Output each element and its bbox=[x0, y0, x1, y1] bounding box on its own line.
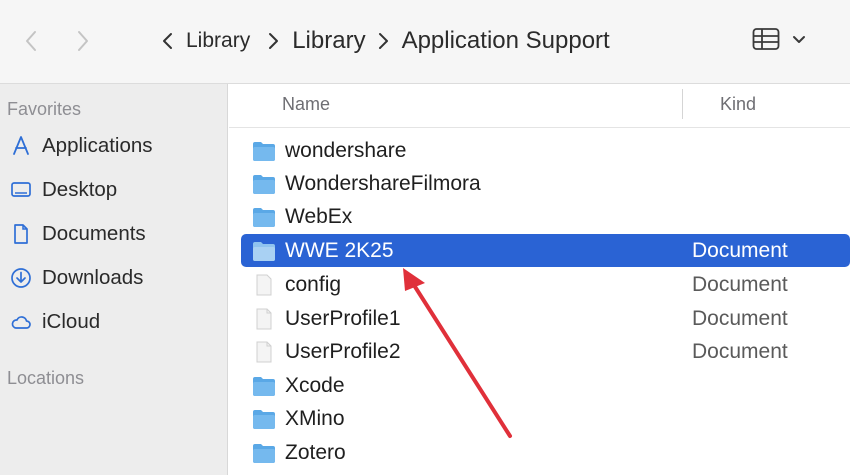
icloud-icon bbox=[8, 309, 34, 335]
breadcrumb-item-library-parent[interactable]: Library bbox=[292, 27, 365, 55]
sidebar-item-label: iCloud bbox=[42, 310, 101, 333]
file-kind: Document bbox=[692, 339, 788, 363]
folder-icon bbox=[251, 441, 277, 465]
file-icon bbox=[251, 307, 277, 331]
list-item[interactable]: UserProfile2 Document bbox=[241, 335, 850, 368]
chevron-left-icon[interactable] bbox=[162, 30, 176, 52]
column-header: Name Kind bbox=[229, 84, 850, 128]
file-name: WondershareFilmora bbox=[285, 171, 481, 195]
folder-icon bbox=[251, 374, 277, 398]
file-name: Zotero bbox=[285, 440, 346, 464]
column-header-name[interactable]: Name bbox=[282, 94, 330, 115]
chevron-down-icon bbox=[792, 32, 806, 50]
list-item[interactable]: WondershareFilmora bbox=[241, 167, 850, 200]
list-item[interactable]: Zotero bbox=[241, 436, 850, 469]
page-title: Application Support bbox=[401, 27, 610, 54]
column-header-kind[interactable]: Kind bbox=[720, 94, 756, 115]
sidebar-item-label: Documents bbox=[42, 222, 146, 245]
file-name: WWE 2K25 bbox=[285, 238, 394, 262]
sidebar-item-downloads[interactable]: Downloads bbox=[8, 263, 220, 293]
file-icon bbox=[251, 340, 277, 364]
sidebar-item-icloud[interactable]: iCloud bbox=[8, 307, 220, 337]
sidebar-item-label: Desktop bbox=[42, 178, 118, 201]
sidebar: Favorites Applications Desktop Documents… bbox=[0, 84, 228, 475]
file-name: Xcode bbox=[285, 373, 345, 397]
column-divider[interactable] bbox=[682, 89, 683, 119]
folder-icon bbox=[251, 172, 277, 196]
sidebar-item-desktop[interactable]: Desktop bbox=[8, 175, 220, 205]
downloads-icon bbox=[8, 265, 34, 291]
back-button[interactable] bbox=[18, 26, 44, 56]
sidebar-heading-favorites: Favorites bbox=[7, 99, 82, 119]
file-name: wondershare bbox=[285, 138, 407, 162]
sidebar-item-documents[interactable]: Documents bbox=[8, 219, 220, 249]
file-name: UserProfile2 bbox=[285, 339, 401, 363]
list-item[interactable]: UserProfile1 Document bbox=[241, 302, 850, 335]
view-options-button[interactable] bbox=[752, 26, 816, 56]
file-name: config bbox=[285, 272, 342, 296]
list-item[interactable]: Xcode bbox=[241, 369, 850, 402]
breadcrumb: Library Library Application Support bbox=[162, 22, 610, 60]
chevron-right-icon bbox=[378, 30, 392, 52]
sidebar-item-label: Downloads bbox=[42, 266, 144, 289]
finder-window: Library Library Application Support Favo… bbox=[0, 0, 850, 475]
list-item-selected[interactable]: WWE 2K25 Document bbox=[241, 234, 850, 267]
applications-icon bbox=[8, 133, 34, 159]
document-icon bbox=[8, 221, 34, 247]
chevron-left-icon bbox=[26, 31, 36, 51]
chevron-right-icon bbox=[78, 31, 88, 51]
breadcrumb-item-library[interactable]: Library bbox=[186, 29, 250, 53]
sidebar-item-label: Applications bbox=[42, 134, 153, 157]
folder-icon bbox=[251, 407, 277, 431]
chevron-right-icon bbox=[268, 30, 282, 52]
sidebar-heading-locations: Locations bbox=[7, 368, 85, 388]
file-icon bbox=[251, 273, 277, 297]
file-name: WebEx bbox=[285, 204, 353, 228]
folder-icon bbox=[251, 205, 277, 229]
forward-button[interactable] bbox=[70, 26, 96, 56]
sidebar-view-icon bbox=[752, 27, 780, 56]
desktop-icon bbox=[8, 177, 34, 203]
toolbar: Library Library Application Support bbox=[0, 0, 850, 84]
file-name: XMino bbox=[285, 406, 345, 430]
file-name: UserProfile1 bbox=[285, 306, 401, 330]
list-item[interactable]: config Document bbox=[241, 268, 850, 301]
list-item[interactable]: XMino bbox=[241, 402, 850, 435]
list-item[interactable]: wondershare bbox=[241, 134, 850, 167]
file-list: Name Kind wondershare WondershareFilmora bbox=[229, 84, 850, 475]
file-kind: Document bbox=[692, 238, 788, 262]
list-item[interactable]: WebEx bbox=[241, 200, 850, 233]
folder-icon bbox=[251, 139, 277, 163]
file-kind: Document bbox=[692, 272, 788, 296]
folder-icon bbox=[251, 239, 277, 263]
file-kind: Document bbox=[692, 306, 788, 330]
sidebar-item-applications[interactable]: Applications bbox=[8, 131, 220, 161]
